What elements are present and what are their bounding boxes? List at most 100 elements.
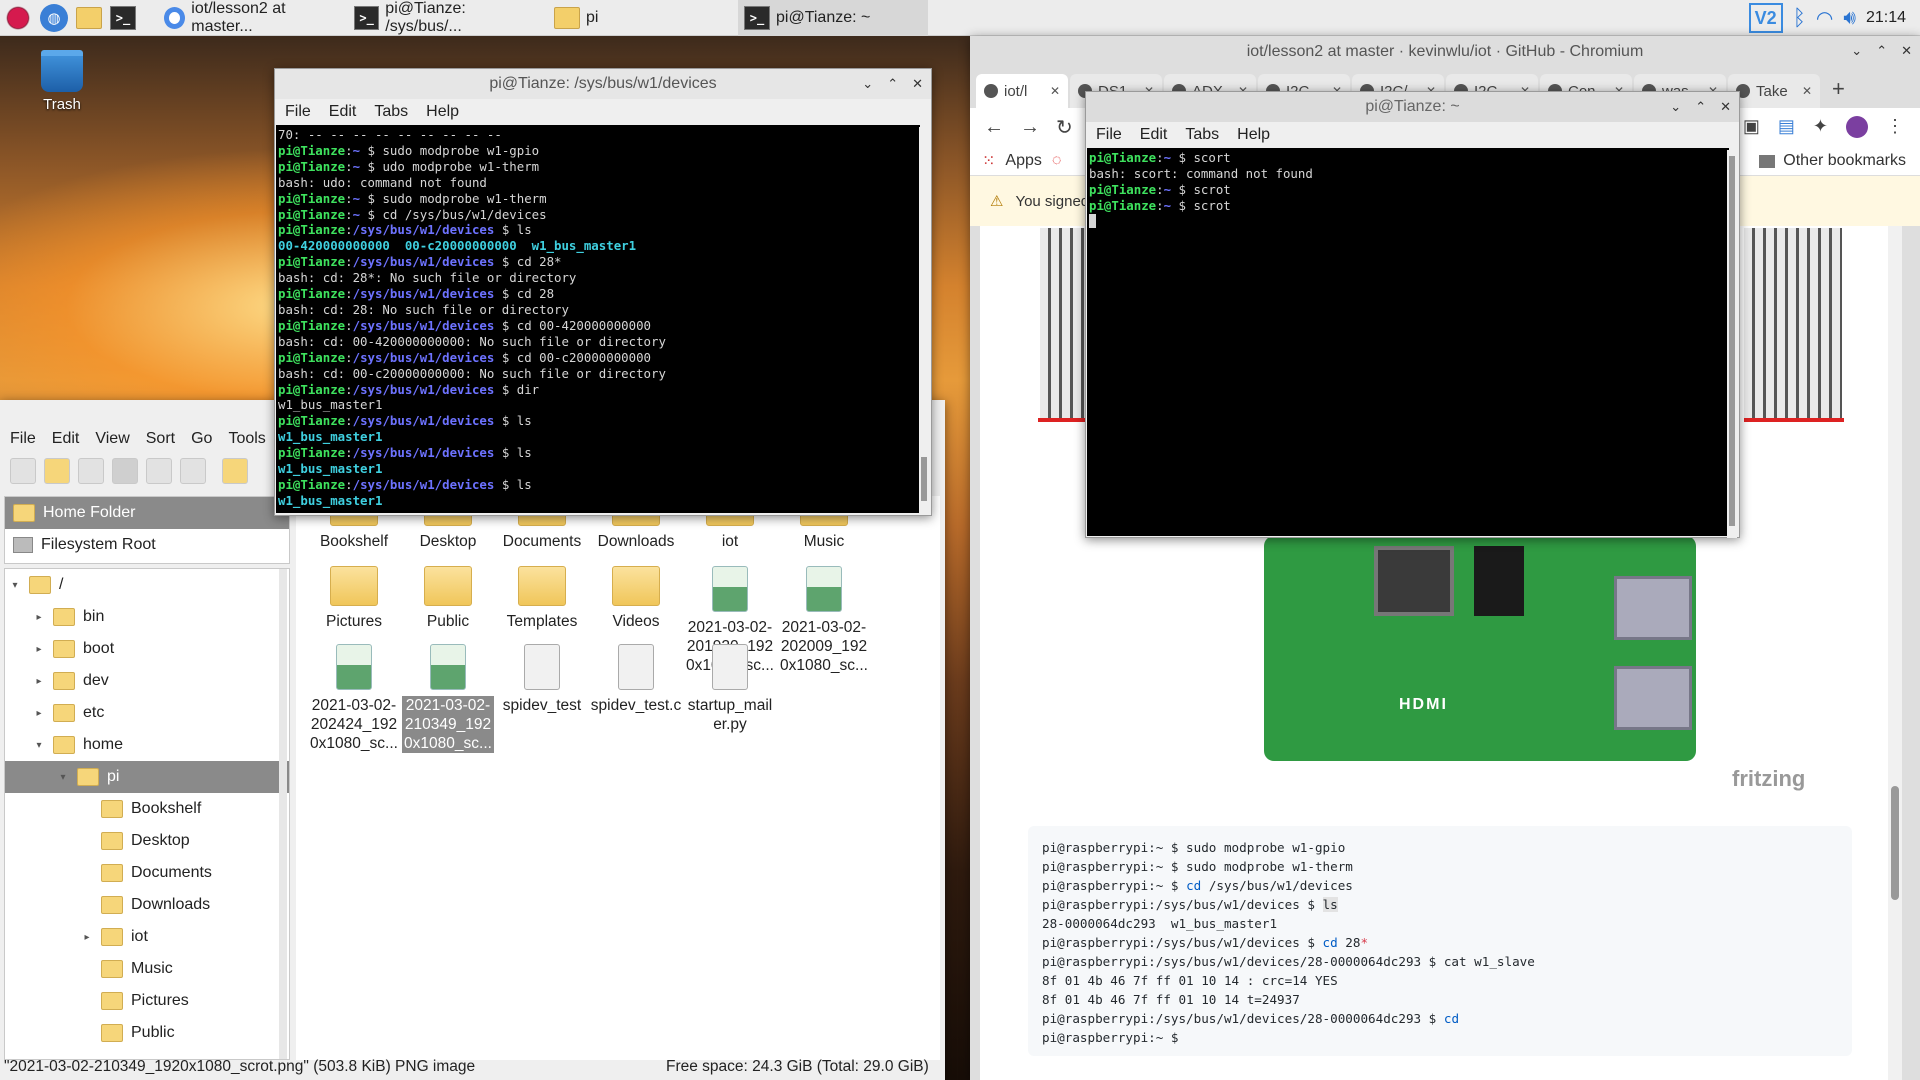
menu-edit[interactable]: Edit (1140, 126, 1168, 144)
code-block[interactable]: pi@raspberrypi:~ $ sudo modprobe w1-gpio… (1028, 826, 1852, 1056)
file-item[interactable]: spidev_test (496, 644, 588, 715)
tree-node[interactable]: ▸ etc (5, 697, 289, 729)
expander-icon[interactable]: ▸ (33, 644, 45, 655)
menu-tabs[interactable]: Tabs (1185, 126, 1219, 144)
expander-icon[interactable]: ▸ (33, 612, 45, 623)
forward-icon[interactable]: → (1020, 116, 1040, 139)
terminal-titlebar[interactable]: pi@Tianze: /sys/bus/w1/devices ⌄ ⌃ ✕ (275, 69, 931, 99)
menu-file[interactable]: File (10, 430, 36, 448)
tab-close-icon[interactable]: ✕ (1802, 84, 1812, 98)
menu-sort[interactable]: Sort (146, 430, 175, 448)
scroll-thumb[interactable] (921, 457, 927, 501)
menu-help[interactable]: Help (1237, 126, 1270, 144)
list-view-icon[interactable] (180, 458, 206, 484)
maximize-icon[interactable]: ⌃ (1876, 43, 1887, 59)
apps-icon[interactable]: ⁙ (982, 151, 995, 171)
terminal-scrollbar[interactable] (1727, 150, 1737, 538)
menu-file[interactable]: File (1096, 126, 1122, 144)
expander-icon[interactable]: ▸ (81, 932, 93, 943)
reload-icon[interactable]: ↻ (1056, 115, 1073, 140)
expander-icon[interactable]: ▸ (33, 676, 45, 687)
menu-tools[interactable]: Tools (228, 430, 265, 448)
compact-view-icon[interactable] (146, 458, 172, 484)
menu-file[interactable]: File (285, 103, 311, 121)
menu-button[interactable] (0, 0, 36, 36)
extension-off-icon[interactable]: ▤ (1778, 116, 1795, 138)
file-item[interactable]: Videos (590, 566, 682, 631)
file-item[interactable]: 2021-03-02-210349_1920x1080_sc... (402, 644, 494, 753)
expander-icon[interactable]: ▾ (33, 740, 45, 751)
wifi-icon[interactable]: ◠ (1816, 6, 1833, 31)
expander-icon[interactable]: ▸ (33, 708, 45, 719)
puzzle-icon[interactable]: ✦ (1813, 116, 1828, 138)
menu-tabs[interactable]: Tabs (374, 103, 408, 121)
task-file-manager[interactable]: pi (548, 0, 738, 36)
terminal-output[interactable]: pi@Tianze:~ $ scort bash: scort: command … (1087, 148, 1729, 536)
icon-view-icon[interactable] (112, 458, 138, 484)
terminal-scrollbar[interactable] (919, 127, 929, 515)
chromium-titlebar[interactable]: iot/lesson2 at master · kevinwlu/iot · G… (970, 36, 1920, 68)
tree-node[interactable]: ▸ iot (5, 921, 289, 953)
minimize-icon[interactable]: ⌄ (862, 76, 873, 92)
trash-desktop-icon[interactable]: Trash (30, 50, 94, 113)
file-item[interactable]: spidev_test.c (590, 644, 682, 715)
file-item[interactable]: 2021-03-02-202009_1920x1080_sc... (778, 566, 870, 675)
tree-node[interactable]: Pictures (5, 985, 289, 1017)
file-item[interactable]: Pictures (308, 566, 400, 631)
bookmark-other[interactable]: Other bookmarks (1783, 152, 1906, 170)
clock[interactable]: 21:14 (1866, 9, 1906, 27)
file-item[interactable]: 2021-03-02-202424_1920x1080_sc... (308, 644, 400, 753)
place-home-folder[interactable]: Home Folder (5, 497, 289, 529)
terminal-launcher[interactable]: >_ (106, 0, 140, 36)
scroll-thumb[interactable] (1729, 156, 1735, 526)
tree-node[interactable]: Documents (5, 857, 289, 889)
menu-edit[interactable]: Edit (329, 103, 357, 121)
page-scrollbar[interactable] (1888, 226, 1902, 1080)
tree-node[interactable]: ▸ boot (5, 633, 289, 665)
tree-node[interactable]: Desktop (5, 825, 289, 857)
close-icon[interactable]: ✕ (912, 76, 923, 92)
close-icon[interactable]: ✕ (1901, 43, 1912, 59)
browser-tab[interactable]: iot/l ✕ (976, 74, 1068, 108)
tree-node[interactable]: ▾ pi (5, 761, 289, 793)
minimize-icon[interactable]: ⌄ (1851, 43, 1862, 59)
menu-view[interactable]: View (95, 430, 129, 448)
files-launcher[interactable] (72, 0, 106, 36)
volume-icon[interactable]: 🔊︎ (1843, 7, 1856, 30)
bookmark-favicon[interactable]: ◌ (1052, 152, 1062, 170)
terminal-output[interactable]: 70: -- -- -- -- -- -- -- -- -- pi@Tianze:… (276, 125, 920, 513)
terminal-titlebar[interactable]: pi@Tianze: ~ ⌄ ⌃ ✕ (1086, 92, 1739, 122)
tree-node[interactable]: ▾ / (5, 569, 289, 601)
back-icon[interactable]: ← (984, 116, 1004, 139)
menu-edit[interactable]: Edit (52, 430, 80, 448)
minimize-icon[interactable]: ⌄ (1670, 99, 1681, 115)
avatar[interactable] (1846, 116, 1868, 138)
tree-node[interactable]: Music (5, 953, 289, 985)
maximize-icon[interactable]: ⌃ (1695, 99, 1706, 115)
tree-node[interactable]: Bookshelf (5, 793, 289, 825)
home-icon[interactable] (222, 458, 248, 484)
task-chromium[interactable]: iot/lesson2 at master... (158, 0, 348, 36)
tab-close-icon[interactable]: ✕ (1050, 84, 1060, 98)
tree-node[interactable]: ▸ bin (5, 601, 289, 633)
browser-launcher[interactable]: ◍ (36, 0, 72, 36)
tree-scrollbar[interactable] (279, 569, 287, 1059)
file-item[interactable]: startup_mailer.py (684, 644, 776, 734)
scroll-thumb[interactable] (1891, 786, 1899, 900)
close-icon[interactable]: ✕ (1720, 99, 1731, 115)
place-filesystem-root[interactable]: Filesystem Root (5, 529, 289, 561)
maximize-icon[interactable]: ⌃ (887, 76, 898, 92)
task-terminal-devices[interactable]: >_ pi@Tianze: /sys/bus/... (348, 0, 548, 36)
tree-node[interactable]: Public (5, 1017, 289, 1049)
browser-tab[interactable]: Take ✕ (1728, 74, 1820, 108)
new-folder-icon[interactable] (44, 458, 70, 484)
tree-node[interactable]: ▾ home (5, 729, 289, 761)
file-item[interactable]: Templates (496, 566, 588, 631)
expander-icon[interactable]: ▾ (57, 772, 69, 783)
vnc-icon[interactable]: V2 (1748, 3, 1783, 33)
bluetooth-icon[interactable]: ᛒ (1793, 5, 1806, 31)
tree-node[interactable]: Downloads (5, 889, 289, 921)
new-window-icon[interactable] (10, 458, 36, 484)
kebab-menu-icon[interactable]: ⋮ (1886, 116, 1904, 138)
tree-node[interactable]: ▸ dev (5, 665, 289, 697)
